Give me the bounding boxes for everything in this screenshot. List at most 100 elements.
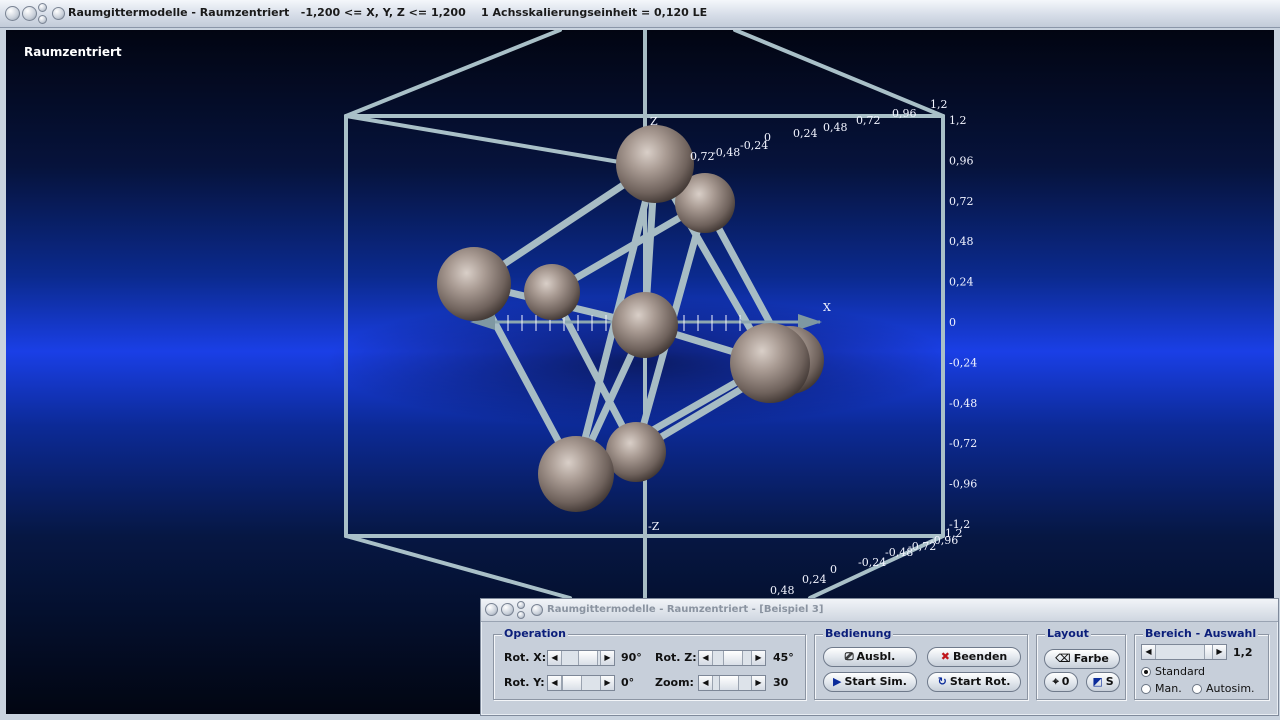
rot-z-slider[interactable]: ◀ ▶ [698,650,766,666]
layout-label: Layout [1045,627,1091,640]
operation-label: Operation [502,627,568,640]
layout-group: Layout ⌫ Farbe ⌖ 0 ◩ S [1036,627,1126,700]
eraser-icon: ⌫ [1055,652,1071,665]
window-close-icon[interactable] [5,6,20,21]
panel-maximize-icon[interactable] [517,611,525,619]
slider-left-arrow-icon[interactable]: ◀ [548,676,562,690]
man-radio[interactable] [1141,684,1151,694]
top-scale: 0,72-0,48-0,240 0,24 0,480,720,961,2 [690,98,948,163]
top-scale-tick-label: 0,48 [823,121,848,134]
top-scale-tick-label: 1,2 [930,98,948,111]
right-scale-tick-label: 0,72 [949,195,974,208]
bottom-scale-tick-label: 0,24 [802,573,827,586]
rot-y-value: 0° [621,676,635,689]
bottom-scale-tick-label: 0,48 [770,584,795,597]
ausbl-button[interactable]: ⎚ Ausbl. [823,647,917,667]
slider-thumb[interactable] [719,676,739,690]
slider-right-arrow-icon[interactable]: ▶ [1212,645,1226,659]
panel-title: Raumgittermodelle - Raumzentriert - [Bei… [547,604,824,615]
atom [538,436,614,512]
atom [524,264,580,320]
atom [616,125,694,203]
start-sim-button[interactable]: ▶ Start Sim. [823,672,917,692]
top-scale-tick-label: 0 [764,131,771,144]
window-menu-icon[interactable] [38,3,47,12]
right-scale-tick-label: -0,72 [949,437,977,450]
operation-group: Operation Rot. X: ◀ ▶ 90° Rot. Z: ◀ ▶ 45… [493,627,806,700]
standard-label: Standard [1155,665,1206,678]
crosshair-icon: ⌖ [1052,675,1059,688]
panel-menu-icon[interactable] [517,601,525,609]
rot-y-slider[interactable]: ◀ ▶ [547,675,615,691]
reset-view-button[interactable]: ⌖ 0 [1044,672,1078,692]
slider-right-arrow-icon[interactable]: ▶ [600,651,614,665]
man-label: Man. [1155,682,1182,695]
window-title: Raumgittermodelle - Raumzentriert -1,200… [68,6,708,19]
zoom-value: 30 [773,676,789,689]
rot-z-label: Rot. Z: [655,651,697,664]
zoom-slider[interactable]: ◀ ▶ [698,675,766,691]
close-x-icon: ✖ [940,650,950,663]
top-scale-tick-label: 0,24 [793,127,818,140]
right-scale-tick-label: 0 [949,316,956,329]
panel-close-icon[interactable] [485,603,498,616]
top-scale-tick-label: 0,96 [892,107,917,120]
top-scale-tick-label: -0,48 [712,146,740,159]
slider-right-arrow-icon[interactable]: ▶ [751,676,765,690]
start-rot-button[interactable]: ↻ Start Rot. [927,672,1021,692]
rotate-icon: ↻ [937,675,947,688]
bedienung-label: Bedienung [823,627,894,640]
rot-x-slider[interactable]: ◀ ▶ [547,650,615,666]
autosim-label: Autosim. [1206,682,1255,695]
main-titlebar: Raumgittermodelle - Raumzentriert -1,200… [0,0,1280,28]
right-scale-tick-label: -0,96 [949,478,977,491]
right-scale-tick-label: 1,2 [949,114,967,127]
panel-titlebar: Raumgittermodelle - Raumzentriert - [Bei… [481,599,1278,622]
s-button[interactable]: ◩ S [1086,672,1120,692]
top-scale-tick-label: 0,72 [690,150,715,163]
bottom-scale-tick-label: 0 [830,563,837,576]
beenden-button[interactable]: ✖ Beenden [927,647,1021,667]
slider-left-arrow-icon[interactable]: ◀ [699,651,713,665]
control-panel: Raumgittermodelle - Raumzentriert - [Bei… [480,598,1279,716]
slider-left-arrow-icon[interactable]: ◀ [1142,645,1156,659]
farbe-button[interactable]: ⌫ Farbe [1044,649,1120,669]
slider-left-arrow-icon[interactable]: ◀ [699,676,713,690]
atom [606,422,666,482]
panel-window-icon [531,604,543,616]
bereich-group: Bereich - Auswahl ◀ ▶ 1,2 Standard Man. … [1134,627,1269,700]
standard-radio[interactable] [1141,667,1151,677]
right-scale-tick-label: 0,24 [949,276,974,289]
right-scale-tick-label: -0,24 [949,356,977,369]
top-scale-tick-label: 0,72 [856,114,881,127]
paint-icon: ◩ [1092,675,1103,688]
bereich-value: 1,2 [1233,646,1253,659]
slider-thumb[interactable] [578,651,598,665]
right-scale-tick-label: 0,48 [949,235,974,248]
atom [730,323,810,403]
zoom-label: Zoom: [655,676,694,689]
panel-minimize-icon[interactable] [501,603,514,616]
bereich-slider[interactable]: ◀ ▶ [1141,644,1227,660]
x-axis-label: X [823,301,831,314]
bereich-label: Bereich - Auswahl [1143,627,1259,640]
window-icon [52,7,65,20]
play-icon: ▶ [833,675,842,688]
slider-right-arrow-icon[interactable]: ▶ [751,651,765,665]
hide-icon: ⎚ [844,650,854,663]
slider-thumb[interactable] [723,651,743,665]
slider-right-arrow-icon[interactable]: ▶ [600,676,614,690]
right-scale-tick-label: -0,48 [949,397,977,410]
right-scale-tick-label: 0,96 [949,154,974,167]
rot-x-value: 90° [621,651,642,664]
slider-thumb[interactable] [562,676,582,690]
bottom-scale-tick-label: -0,24 [858,556,886,569]
neg-z-axis-label: -Z [648,520,660,533]
rot-y-label: Rot. Y: [504,676,545,689]
autosim-radio[interactable] [1192,684,1202,694]
bedienung-group: Bedienung ⎚ Ausbl. ✖ Beenden ▶ Start Sim. ↻… [814,627,1028,700]
window-minimize-icon[interactable] [22,6,37,21]
window-maximize-icon[interactable] [38,15,47,24]
slider-left-arrow-icon[interactable]: ◀ [548,651,562,665]
rot-x-label: Rot. X: [504,651,547,664]
